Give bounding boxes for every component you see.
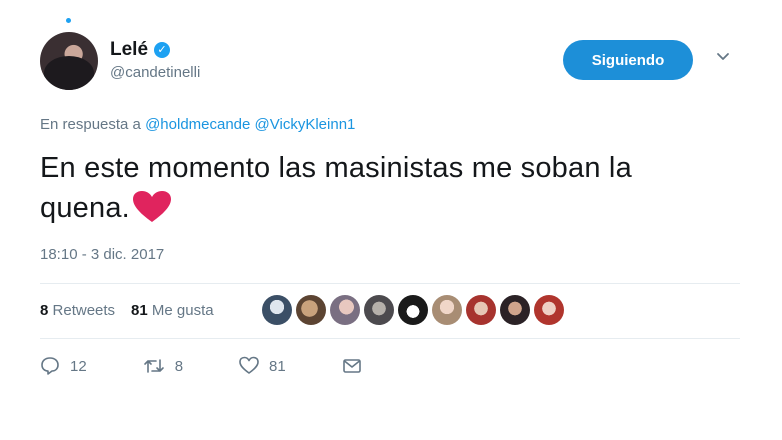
liker-avatar[interactable] xyxy=(262,295,292,325)
liker-avatar[interactable] xyxy=(432,295,462,325)
user-handle[interactable]: @candetinelli xyxy=(110,64,200,81)
direct-message-button[interactable] xyxy=(342,356,362,376)
likes-stat[interactable]: 81 Me gusta xyxy=(131,302,214,319)
display-name[interactable]: Lelé xyxy=(110,39,148,61)
like-count: 81 xyxy=(269,357,286,375)
divider xyxy=(40,283,740,284)
tweet-text: En este momento las masinistas me soban … xyxy=(40,148,740,228)
engagement-stats: 8 Retweets 81 Me gusta xyxy=(40,302,214,319)
tweet-text-end: quena. xyxy=(40,192,130,224)
liker-avatar[interactable] xyxy=(534,295,564,325)
red-heart-icon xyxy=(132,191,171,222)
retweets-stat[interactable]: 8 Retweets xyxy=(40,302,115,319)
liker-avatar[interactable] xyxy=(500,295,530,325)
liker-avatars xyxy=(262,295,564,325)
reply-button[interactable]: 12 xyxy=(40,356,87,376)
chevron-down-icon[interactable] xyxy=(716,50,730,64)
retweets-count: 8 xyxy=(40,302,49,319)
retweet-icon xyxy=(143,359,164,373)
notification-dot xyxy=(66,18,71,23)
avatar[interactable] xyxy=(40,32,98,90)
liker-avatar[interactable] xyxy=(398,295,428,325)
retweet-count: 8 xyxy=(174,357,184,375)
action-bar: 12 8 81 xyxy=(40,356,418,376)
liker-avatar[interactable] xyxy=(364,295,394,325)
following-button[interactable]: Siguiendo xyxy=(563,40,693,80)
mention-link[interactable]: @VickyKleinn1 xyxy=(255,116,356,133)
reply-context: En respuesta a @holdmecande @VickyKleinn… xyxy=(40,116,355,133)
author-name-row: Lelé ✓ xyxy=(110,39,171,61)
liker-avatar[interactable] xyxy=(296,295,326,325)
like-button[interactable]: 81 xyxy=(239,356,286,376)
mention-link[interactable]: @holdmecande xyxy=(145,116,250,133)
envelope-icon xyxy=(342,359,361,373)
likes-label: Me gusta xyxy=(151,302,214,319)
verified-badge-icon: ✓ xyxy=(154,42,171,58)
tweet-text-line: En este momento las masinistas me soban … xyxy=(40,152,632,184)
liker-avatar[interactable] xyxy=(466,295,496,325)
heart-icon xyxy=(239,356,259,374)
tweet-timestamp[interactable]: 18:10 - 3 dic. 2017 xyxy=(40,246,164,263)
tweet-text-line: quena. xyxy=(40,188,740,228)
reply-count: 12 xyxy=(70,357,87,375)
retweets-label: Retweets xyxy=(52,302,116,319)
reply-prefix: En respuesta a xyxy=(40,116,141,133)
liker-avatar[interactable] xyxy=(330,295,360,325)
divider xyxy=(40,338,740,339)
retweet-button[interactable]: 8 xyxy=(143,356,183,376)
likes-count: 81 xyxy=(131,302,148,319)
reply-icon xyxy=(41,357,59,375)
